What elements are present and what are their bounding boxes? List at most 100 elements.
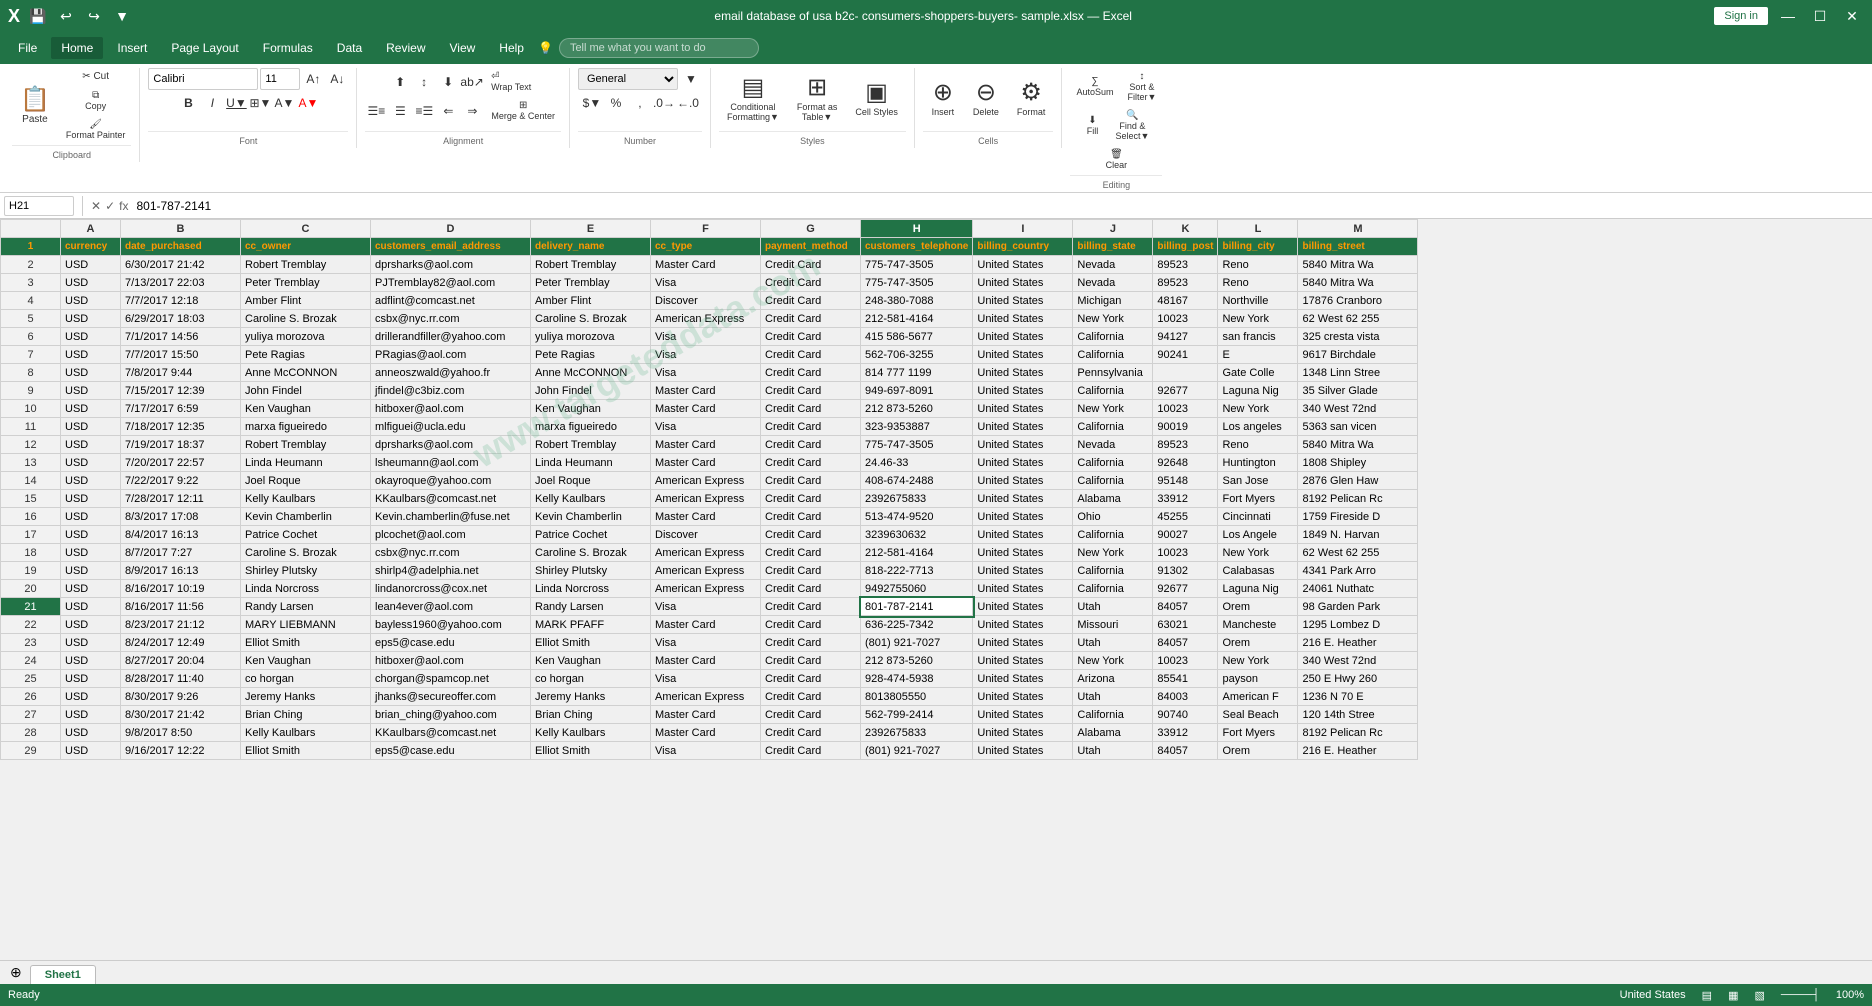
cell-r10-c11[interactable]: 10023 bbox=[1153, 400, 1218, 418]
cell-r5-c1[interactable]: USD bbox=[61, 310, 121, 328]
cell-r12-c10[interactable]: Nevada bbox=[1073, 436, 1153, 454]
cell-r10-c10[interactable]: New York bbox=[1073, 400, 1153, 418]
menu-review[interactable]: Review bbox=[376, 37, 435, 59]
cell-r15-c8[interactable]: 2392675833 bbox=[861, 490, 973, 508]
merge-center-button[interactable]: ⊞ Merge & Center bbox=[485, 97, 561, 124]
cell-r11-c3[interactable]: marxa figueiredo bbox=[241, 418, 371, 436]
align-center-btn[interactable]: ☰ bbox=[389, 100, 411, 122]
cell-r25-c12[interactable]: payson bbox=[1218, 670, 1298, 688]
cell-r26-c2[interactable]: 8/30/2017 9:26 bbox=[121, 688, 241, 706]
cell-r7-c12[interactable]: E bbox=[1218, 346, 1298, 364]
cell-r2-c9[interactable]: United States bbox=[973, 256, 1073, 274]
row-header-22[interactable]: 22 bbox=[1, 616, 61, 634]
cell-r21-c7[interactable]: Credit Card bbox=[761, 598, 861, 616]
cell-r8-c2[interactable]: 7/8/2017 9:44 bbox=[121, 364, 241, 382]
cell-r21-c5[interactable]: Randy Larsen bbox=[531, 598, 651, 616]
cell-r11-c10[interactable]: California bbox=[1073, 418, 1153, 436]
row-header-24[interactable]: 24 bbox=[1, 652, 61, 670]
cell-r7-c3[interactable]: Pete Ragias bbox=[241, 346, 371, 364]
cell-r6-c11[interactable]: 94127 bbox=[1153, 328, 1218, 346]
font-decrease-btn[interactable]: A↓ bbox=[326, 68, 348, 90]
customize-quick-btn[interactable]: ▼ bbox=[112, 6, 132, 26]
cell-r21-c3[interactable]: Randy Larsen bbox=[241, 598, 371, 616]
cell-r26-c11[interactable]: 84003 bbox=[1153, 688, 1218, 706]
cell-r20-c10[interactable]: California bbox=[1073, 580, 1153, 598]
cell-r28-c4[interactable]: KKaulbars@comcast.net bbox=[371, 724, 531, 742]
view-layout-btn[interactable]: ▦ bbox=[1728, 989, 1738, 1002]
cell-r17-c12[interactable]: Los Angele bbox=[1218, 526, 1298, 544]
row-header-25[interactable]: 25 bbox=[1, 670, 61, 688]
cell-r16-c3[interactable]: Kevin Chamberlin bbox=[241, 508, 371, 526]
cell-r20-c6[interactable]: American Express bbox=[651, 580, 761, 598]
cell-r19-c11[interactable]: 91302 bbox=[1153, 562, 1218, 580]
cell-r10-c6[interactable]: Master Card bbox=[651, 400, 761, 418]
header-cell-4[interactable]: customers_email_address bbox=[371, 238, 531, 256]
wrap-text-button[interactable]: ⏎ Wrap Text bbox=[485, 68, 537, 95]
cell-r17-c13[interactable]: 1849 N. Harvan bbox=[1298, 526, 1418, 544]
cell-r6-c13[interactable]: 325 cresta vista bbox=[1298, 328, 1418, 346]
cell-r26-c12[interactable]: American F bbox=[1218, 688, 1298, 706]
cell-r18-c1[interactable]: USD bbox=[61, 544, 121, 562]
cell-r27-c10[interactable]: California bbox=[1073, 706, 1153, 724]
cell-r26-c7[interactable]: Credit Card bbox=[761, 688, 861, 706]
row-header-13[interactable]: 13 bbox=[1, 454, 61, 472]
cell-r11-c13[interactable]: 5363 san vicen bbox=[1298, 418, 1418, 436]
redo-quick-btn[interactable]: ↪ bbox=[84, 6, 104, 26]
cell-r18-c11[interactable]: 10023 bbox=[1153, 544, 1218, 562]
cell-r25-c4[interactable]: chorgan@spamcop.net bbox=[371, 670, 531, 688]
cell-r20-c8[interactable]: 9492755060 bbox=[861, 580, 973, 598]
underline-button[interactable]: U▼ bbox=[225, 92, 247, 114]
cell-r28-c3[interactable]: Kelly Kaulbars bbox=[241, 724, 371, 742]
cell-r24-c7[interactable]: Credit Card bbox=[761, 652, 861, 670]
cell-r27-c2[interactable]: 8/30/2017 21:42 bbox=[121, 706, 241, 724]
cell-r24-c1[interactable]: USD bbox=[61, 652, 121, 670]
cell-r4-c1[interactable]: USD bbox=[61, 292, 121, 310]
cell-r4-c7[interactable]: Credit Card bbox=[761, 292, 861, 310]
cell-r15-c7[interactable]: Credit Card bbox=[761, 490, 861, 508]
cell-r10-c2[interactable]: 7/17/2017 6:59 bbox=[121, 400, 241, 418]
cell-r12-c13[interactable]: 5840 Mitra Wa bbox=[1298, 436, 1418, 454]
align-right-btn[interactable]: ≡☰ bbox=[413, 100, 435, 122]
cell-r25-c8[interactable]: 928-474-5938 bbox=[861, 670, 973, 688]
cell-r18-c5[interactable]: Caroline S. Brozak bbox=[531, 544, 651, 562]
cell-r23-c1[interactable]: USD bbox=[61, 634, 121, 652]
cell-r6-c6[interactable]: Visa bbox=[651, 328, 761, 346]
new-sheet-btn[interactable]: ⊕ bbox=[4, 961, 28, 984]
cell-r3-c2[interactable]: 7/13/2017 22:03 bbox=[121, 274, 241, 292]
cell-r14-c12[interactable]: San Jose bbox=[1218, 472, 1298, 490]
col-header-J[interactable]: J bbox=[1073, 220, 1153, 238]
cancel-formula-icon[interactable]: ✕ bbox=[91, 199, 101, 213]
decrease-indent-btn[interactable]: ⇐ bbox=[437, 100, 459, 122]
cell-r25-c13[interactable]: 250 E Hwy 260 bbox=[1298, 670, 1418, 688]
header-cell-11[interactable]: billing_post bbox=[1153, 238, 1218, 256]
cell-r9-c11[interactable]: 92677 bbox=[1153, 382, 1218, 400]
fill-button[interactable]: ⬇ Fill bbox=[1077, 112, 1107, 139]
row-header-11[interactable]: 11 bbox=[1, 418, 61, 436]
row-header-1[interactable]: 1 bbox=[1, 238, 61, 256]
font-color-button[interactable]: A▼ bbox=[297, 92, 319, 114]
cell-r11-c2[interactable]: 7/18/2017 12:35 bbox=[121, 418, 241, 436]
cell-r6-c7[interactable]: Credit Card bbox=[761, 328, 861, 346]
header-cell-2[interactable]: date_purchased bbox=[121, 238, 241, 256]
cell-r5-c12[interactable]: New York bbox=[1218, 310, 1298, 328]
cell-r6-c12[interactable]: san francis bbox=[1218, 328, 1298, 346]
cell-r14-c2[interactable]: 7/22/2017 9:22 bbox=[121, 472, 241, 490]
cell-r2-c13[interactable]: 5840 Mitra Wa bbox=[1298, 256, 1418, 274]
cell-r13-c2[interactable]: 7/20/2017 22:57 bbox=[121, 454, 241, 472]
conditional-formatting-button[interactable]: ▤ ConditionalFormatting▼ bbox=[719, 68, 787, 128]
cut-button[interactable]: ✂ Cut bbox=[60, 68, 132, 85]
cell-r19-c8[interactable]: 818-222-7713 bbox=[861, 562, 973, 580]
cell-r16-c4[interactable]: Kevin.chamberlin@fuse.net bbox=[371, 508, 531, 526]
row-header-5[interactable]: 5 bbox=[1, 310, 61, 328]
header-cell-8[interactable]: customers_telephone bbox=[861, 238, 973, 256]
cell-r3-c4[interactable]: PJTremblay82@aol.com bbox=[371, 274, 531, 292]
cell-r2-c7[interactable]: Credit Card bbox=[761, 256, 861, 274]
copy-button[interactable]: ⧉ Copy bbox=[60, 87, 132, 114]
cell-r12-c5[interactable]: Robert Tremblay bbox=[531, 436, 651, 454]
cell-r2-c10[interactable]: Nevada bbox=[1073, 256, 1153, 274]
cell-r5-c13[interactable]: 62 West 62 255 bbox=[1298, 310, 1418, 328]
cell-r9-c2[interactable]: 7/15/2017 12:39 bbox=[121, 382, 241, 400]
cell-r23-c5[interactable]: Elliot Smith bbox=[531, 634, 651, 652]
sheet-tab-1[interactable]: Sheet1 bbox=[30, 965, 96, 984]
cell-r3-c13[interactable]: 5840 Mitra Wa bbox=[1298, 274, 1418, 292]
